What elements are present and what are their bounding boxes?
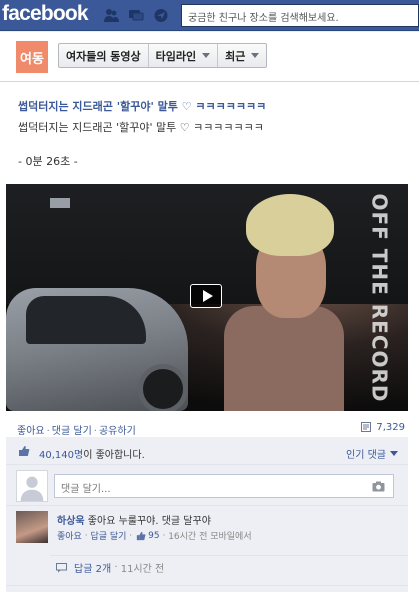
replies-link[interactable]: 답글 2개: [74, 560, 111, 575]
top-bar: facebook 궁금한 친구나 장소를 검색해보세요.: [0, 0, 419, 31]
views-icon: [361, 422, 372, 432]
crumb-recent[interactable]: 최근: [217, 44, 266, 67]
search-input[interactable]: 궁금한 친구나 장소를 검색해보세요.: [181, 4, 419, 27]
video-car-window: [26, 296, 146, 344]
separator: ·: [46, 426, 50, 437]
messages-icon[interactable]: [128, 8, 144, 23]
comment-item: 하상욱 좋아요 누룰꾸야. 댓글 달꾸야 좋아요 · 답글 달기 · 95 · …: [6, 507, 408, 553]
avatar: [16, 470, 48, 502]
separator: ·: [111, 562, 121, 573]
feedback-panel: 40,140명이 좋아합니다. 인기 댓글 댓글 달기... 하상욱 좋아요 누…: [6, 437, 408, 592]
video-car-wheel: [138, 364, 188, 411]
comment-meta: 좋아요 · 답글 달기 · 95 · 16시간 전 모바일에서: [57, 529, 252, 543]
comment-composer: 댓글 달기...: [6, 466, 408, 506]
comment-like-link[interactable]: 좋아요: [57, 529, 82, 542]
post-description: 썹덕터지는 지드래곤 '할꾸야' 말투 ♡ ㅋㅋㅋㅋㅋㅋㅋ: [18, 121, 264, 134]
reply-icon: [56, 562, 67, 572]
comment-text: 좋아요 누룰꾸야. 댓글 달꾸야: [87, 516, 211, 527]
play-button[interactable]: [190, 284, 222, 308]
video-player[interactable]: OFF THE RECORD: [6, 184, 408, 411]
post-actions: 좋아요 · 댓글 달기 · 공유하기: [17, 422, 136, 437]
video-duration: - 0분 26초 -: [18, 155, 78, 168]
comment-reply-link[interactable]: 답글 달기: [90, 529, 126, 542]
like-link[interactable]: 좋아요: [17, 426, 45, 437]
video-person-hair: [246, 194, 334, 256]
comment-link[interactable]: 댓글 달기: [52, 426, 92, 437]
breadcrumb: 여자들의 동영상 타임라인 최근: [58, 43, 268, 68]
post-title[interactable]: 썹덕터지는 지드래곤 '할꾸야' 말투 ♡ ㅋㅋㅋㅋㅋㅋㅋ: [18, 98, 266, 114]
chevron-down-icon: [202, 53, 211, 58]
page-header: 여동 여자들의 동영상 타임라인 최근: [0, 32, 419, 82]
camera-icon[interactable]: [372, 481, 385, 492]
likes-text: 40,140명이 좋아합니다.: [39, 450, 145, 461]
separator: ·: [81, 530, 91, 541]
page-content: 여동 여자들의 동영상 타임라인 최근 썹덕터지는 지드래곤 '할꾸야' 말투 …: [0, 32, 419, 592]
thumbs-up-icon: [136, 531, 146, 540]
thumbs-up-icon: [19, 446, 30, 456]
chevron-down-icon: [390, 451, 398, 456]
video-person-body: [224, 306, 344, 411]
separator: ·: [93, 426, 97, 437]
video-watermark: OFF THE RECORD: [368, 192, 393, 403]
likes-summary: 40,140명이 좋아합니다. 인기 댓글: [6, 437, 408, 465]
crumb-timeline[interactable]: 타임라인: [147, 44, 217, 67]
avatar[interactable]: [16, 511, 48, 543]
view-count[interactable]: 7,329: [360, 421, 405, 433]
replies-row[interactable]: 답글 2개 · 11시간 전: [50, 555, 408, 579]
notifications-icon[interactable]: [153, 8, 169, 23]
comment-sort-dropdown[interactable]: 인기 댓글: [346, 446, 398, 461]
next-comment: [6, 585, 408, 592]
crumb-page-name[interactable]: 여자들의 동영상: [59, 44, 148, 67]
video-light: [50, 198, 70, 208]
comment-body: 하상욱 좋아요 누룰꾸야. 댓글 달꾸야: [57, 512, 211, 527]
likes-count[interactable]: 40,140명: [39, 450, 83, 461]
share-link[interactable]: 공유하기: [99, 426, 136, 437]
separator: ·: [126, 530, 133, 541]
jewel-group: [103, 8, 169, 23]
friend-requests-icon[interactable]: [103, 8, 119, 23]
page-avatar[interactable]: 여동: [16, 41, 48, 73]
comment-time[interactable]: 16시간 전 모바일에서: [168, 529, 251, 542]
comment-input[interactable]: 댓글 달기...: [54, 474, 394, 498]
comment-like-count[interactable]: 95: [148, 531, 159, 541]
chevron-down-icon: [251, 53, 260, 58]
separator: ·: [159, 530, 169, 541]
facebook-logo[interactable]: facebook: [2, 2, 89, 26]
play-icon: [202, 290, 213, 302]
replies-time: 11시간 전: [120, 564, 165, 575]
comment-author[interactable]: 하상욱: [57, 516, 85, 527]
